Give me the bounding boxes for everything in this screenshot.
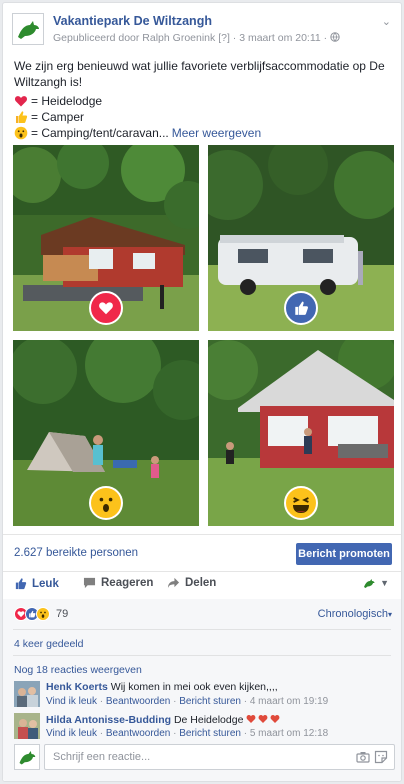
comment-time[interactable]: 4 maart om 19:19 <box>250 696 328 707</box>
globe-icon <box>330 32 340 44</box>
reaction-legend: = Heidelodge = Camper = Camping/tent/car… <box>14 93 261 141</box>
like-button[interactable]: Leuk <box>14 577 59 590</box>
wow-reaction-icon <box>89 486 123 520</box>
meta-dot-2: · <box>323 32 328 44</box>
wow-reaction-icon <box>36 607 50 621</box>
thumbs-up-emoji-icon <box>16 111 28 123</box>
comment-message-link[interactable]: Bericht sturen <box>179 696 241 707</box>
share-label: Delen <box>185 577 217 589</box>
page-avatar[interactable] <box>12 13 44 45</box>
comment-author-link[interactable]: Henk Koerts <box>46 681 108 693</box>
page-avatar <box>14 744 40 770</box>
shares-link[interactable]: 4 keer gedeeld <box>14 638 83 650</box>
comment-actions: Vind ik leuk · Beantwoorden · Bericht st… <box>46 728 329 739</box>
camera-icon[interactable] <box>356 750 370 764</box>
view-more-comments-link[interactable]: Nog 18 reacties weergeven <box>14 664 142 676</box>
comment-composer: Schrijf een reactie... <box>14 744 395 772</box>
photo-chalet[interactable] <box>208 340 394 526</box>
comment-message-link[interactable]: Bericht sturen <box>179 728 241 739</box>
like-label: Leuk <box>32 577 59 590</box>
comment-like-link[interactable]: Vind ik leuk <box>46 728 97 739</box>
comment-body: Henk Koerts Wij komen in mei ook even ki… <box>46 681 278 693</box>
divider <box>13 655 391 656</box>
promote-post-button[interactable]: Bericht promoten <box>296 543 392 565</box>
bird-logo-icon <box>364 579 375 588</box>
divider <box>3 571 401 572</box>
page-name-link[interactable]: Vakantiepark De Wiltzangh <box>53 14 212 28</box>
bird-logo-icon <box>18 21 39 39</box>
sticker-icon[interactable] <box>374 750 388 764</box>
divider <box>3 534 401 535</box>
post-meta: Gepubliceerd door Ralph Groenink [?] · 3… <box>53 32 340 44</box>
reaction-summary[interactable]: 79 <box>14 607 68 621</box>
heart-emoji-icon <box>246 714 280 726</box>
comment-item: Hilda Antonisse-Budding De Heidelodge Vi… <box>14 713 394 743</box>
comment-item: Henk Koerts Wij komen in mei ook even ki… <box>14 681 394 711</box>
post-card: Vakantiepark De Wiltzangh Gepubliceerd d… <box>2 2 402 782</box>
photo-camper[interactable] <box>208 145 394 331</box>
thumbs-up-icon <box>14 577 27 590</box>
post-date[interactable]: 3 maart om 20:11 <box>239 32 321 44</box>
legend-text-camping: = Camping/tent/caravan... <box>31 126 169 140</box>
page-reaction-selector[interactable]: ▼ <box>362 577 389 589</box>
dropdown-caret-icon: ▾ <box>387 610 392 619</box>
avatar[interactable] <box>14 681 40 707</box>
reach-count-link[interactable]: 2.627 bereikte personen <box>14 547 138 559</box>
like-reaction-icon <box>284 291 318 325</box>
avatar[interactable] <box>14 713 40 739</box>
haha-reaction-icon <box>284 486 318 520</box>
comment-text: De Heidelodge <box>173 714 244 726</box>
photo-camping-tent[interactable] <box>13 340 199 526</box>
comment-label: Reageren <box>101 577 154 589</box>
legend-row-wow: = Camping/tent/caravan... Meer weergeven <box>14 125 261 141</box>
share-arrow-icon <box>167 577 180 589</box>
reaction-count: 79 <box>56 608 69 620</box>
action-bar: Leuk Reageren Delen ▼ <box>3 574 401 596</box>
published-by: Gepubliceerd door Ralph Groenink <box>53 32 216 44</box>
help-marker[interactable]: [?] <box>218 32 230 44</box>
legend-text-camper: = Camper <box>31 110 85 124</box>
comment-bubble-icon <box>83 577 96 589</box>
legend-row-thumbs: = Camper <box>14 109 261 125</box>
comment-text: Wij komen in mei ook even kijken,,,, <box>110 681 278 693</box>
legend-row-heart: = Heidelodge <box>14 93 261 109</box>
comment-button[interactable]: Reageren <box>83 577 153 589</box>
comment-input-placeholder: Schrijf een reactie... <box>53 751 151 763</box>
comment-like-link[interactable]: Vind ik leuk <box>46 696 97 707</box>
photo-grid <box>13 145 394 526</box>
comment-input[interactable]: Schrijf een reactie... <box>44 744 395 770</box>
legend-text-heidelodge: = Heidelodge <box>31 94 103 108</box>
comment-body: Hilda Antonisse-Budding De Heidelodge <box>46 713 280 726</box>
post-text: We zijn erg benieuwd wat jullie favoriet… <box>14 59 385 89</box>
wow-emoji-icon <box>14 126 28 140</box>
meta-dot: · <box>232 32 237 44</box>
comment-author-link[interactable]: Hilda Antonisse-Budding <box>46 714 171 726</box>
comment-reply-link[interactable]: Beantwoorden <box>106 728 171 739</box>
post-options-chevron-icon[interactable]: ⌄ <box>382 15 391 28</box>
comment-reply-link[interactable]: Beantwoorden <box>106 696 171 707</box>
comment-time[interactable]: 5 maart om 12:18 <box>250 728 328 739</box>
divider <box>13 629 391 630</box>
share-button[interactable]: Delen <box>167 577 216 589</box>
comment-order-label: Chronologisch <box>317 608 388 620</box>
photo-heidelodge[interactable] <box>13 145 199 331</box>
see-more-link[interactable]: Meer weergeven <box>172 125 261 141</box>
dropdown-caret-icon: ▼ <box>380 578 389 588</box>
comment-actions: Vind ik leuk · Beantwoorden · Bericht st… <box>46 696 329 707</box>
comment-order-dropdown[interactable]: Chronologisch▾ <box>318 608 392 620</box>
love-reaction-icon <box>89 291 123 325</box>
heart-emoji-icon <box>14 96 28 107</box>
bird-logo-icon <box>19 751 36 765</box>
post-header: Vakantiepark De Wiltzangh Gepubliceerd d… <box>12 13 393 49</box>
